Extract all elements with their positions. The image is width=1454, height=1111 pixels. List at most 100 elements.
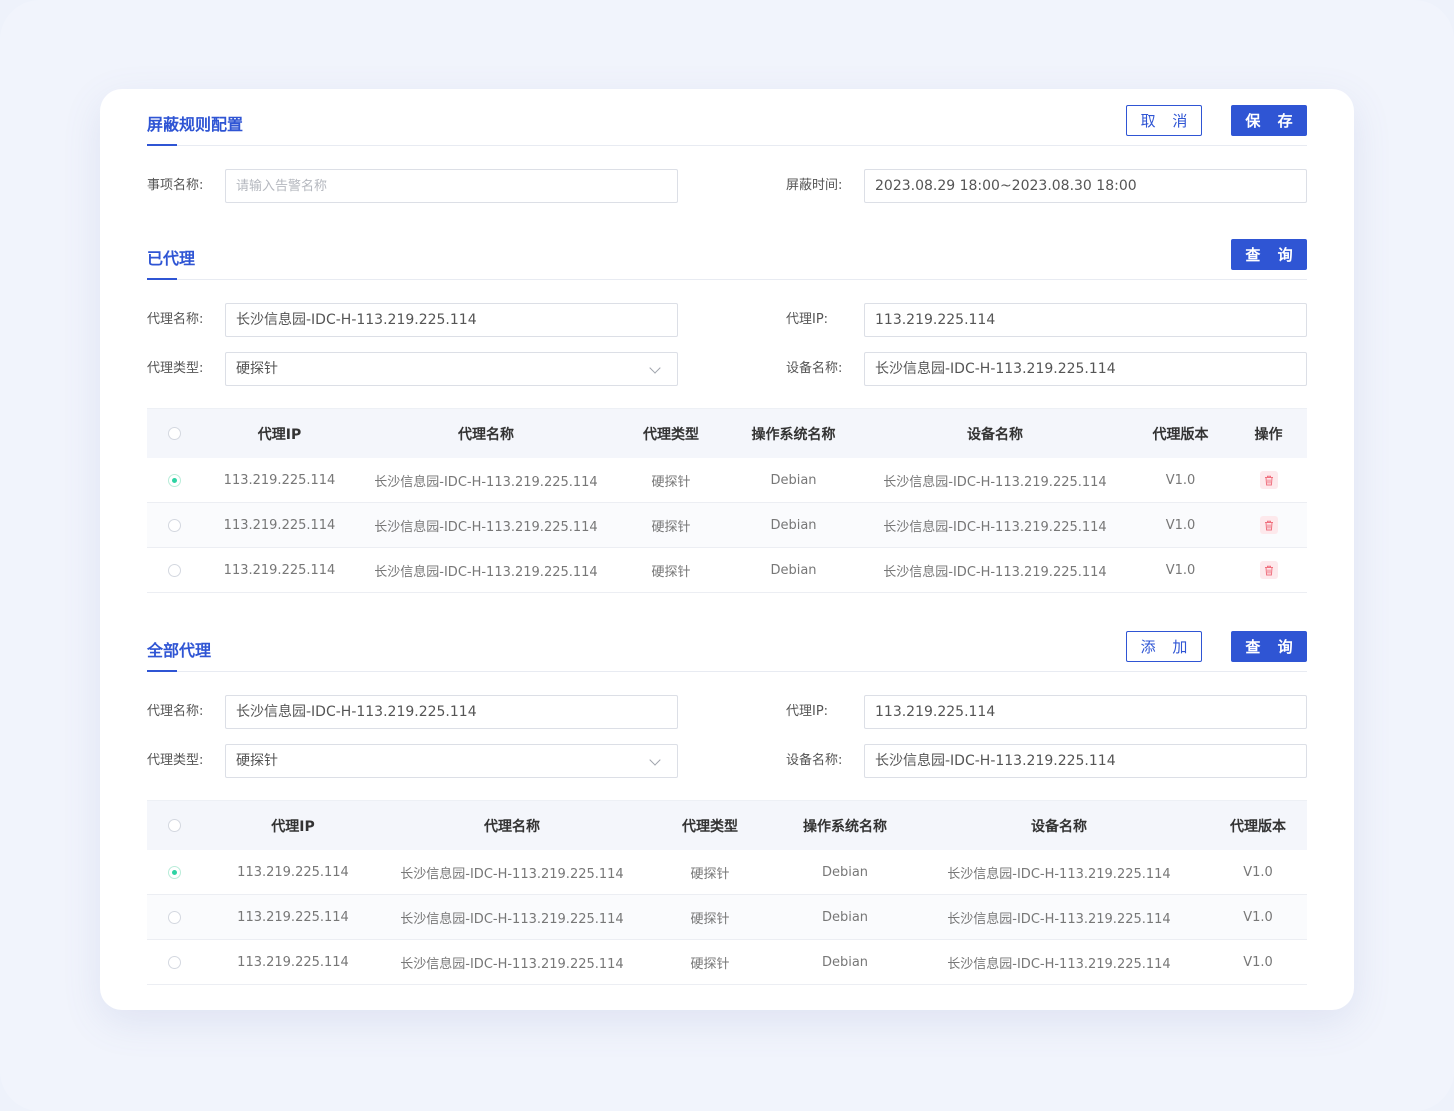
table-row[interactable]: 113.219.225.114 长沙信息园-IDC-H-113.219.225.…: [147, 548, 1307, 593]
cancel-button[interactable]: 取 消: [1126, 105, 1202, 136]
cell-proxy-name: 长沙信息园-IDC-H-113.219.225.114: [374, 564, 598, 580]
cell-os-name: Debian: [770, 517, 817, 533]
cell-proxy-version: V1.0: [1165, 562, 1196, 578]
proxy-type-label: 代理类型:: [147, 361, 204, 376]
cell-os-name: Debian: [770, 472, 817, 488]
proxy-name-label: 代理名称:: [147, 312, 204, 327]
device-name-label: 设备名称:: [786, 753, 843, 768]
shield-time-label: 屏蔽时间:: [786, 178, 843, 193]
table-row[interactable]: 113.219.225.114 长沙信息园-IDC-H-113.219.225.…: [147, 850, 1307, 895]
cell-os-name: Debian: [821, 909, 869, 925]
proxy-ip-label: 代理IP:: [786, 704, 829, 719]
cell-proxy-name: 长沙信息园-IDC-H-113.219.225.114: [400, 911, 624, 927]
cell-proxy-ip: 113.219.225.114: [237, 954, 349, 970]
rule-config-title: 屏蔽规则配置: [147, 115, 244, 134]
item-name-label: 事项名称:: [147, 178, 204, 193]
row-radio-icon[interactable]: [167, 910, 181, 924]
column-header: 设备名称: [967, 426, 1023, 443]
proxy-type-value: 硬探针: [236, 753, 278, 769]
proxy-type-select[interactable]: 硬探针: [225, 744, 678, 778]
cell-proxy-ip: 113.219.225.114: [237, 864, 349, 880]
row-radio-icon[interactable]: [167, 955, 181, 969]
select-all-radio-icon[interactable]: [167, 427, 181, 440]
row-radio-icon[interactable]: [167, 563, 181, 577]
section-divider: [177, 671, 1307, 672]
section-divider: [177, 279, 1307, 280]
proxy-ip-input[interactable]: 113.219.225.114: [864, 695, 1307, 729]
chevron-down-icon: [649, 362, 661, 374]
table-header: 代理IP 代理名称 代理类型 操作系统名称 设备名称 代理版本 操作: [147, 408, 1307, 458]
save-button[interactable]: 保 存: [1231, 105, 1307, 136]
cell-proxy-version: V1.0: [1243, 909, 1273, 925]
select-all-radio-icon[interactable]: [167, 819, 181, 832]
cell-proxy-version: V1.0: [1165, 517, 1196, 533]
row-radio-icon[interactable]: [167, 518, 181, 532]
row-radio-icon[interactable]: [167, 473, 181, 487]
cell-device-name: 长沙信息园-IDC-H-113.219.225.114: [947, 911, 1171, 927]
column-header: 代理IP: [257, 426, 302, 443]
proxy-type-label: 代理类型:: [147, 753, 204, 768]
cell-proxy-ip: 113.219.225.114: [237, 909, 349, 925]
cell-proxy-name: 长沙信息园-IDC-H-113.219.225.114: [374, 474, 598, 490]
cell-proxy-name: 长沙信息园-IDC-H-113.219.225.114: [374, 519, 598, 535]
all-proxies-query-button[interactable]: 查 询: [1231, 631, 1307, 662]
proxied-table: 代理IP 代理名称 代理类型 操作系统名称 设备名称 代理版本 操作 113.2…: [147, 408, 1307, 593]
table-row[interactable]: 113.219.225.114 长沙信息园-IDC-H-113.219.225.…: [147, 940, 1307, 985]
cell-proxy-version: V1.0: [1243, 864, 1273, 880]
cell-proxy-type: 硬探针: [690, 866, 730, 882]
device-name-input[interactable]: 长沙信息园-IDC-H-113.219.225.114: [864, 744, 1307, 778]
proxy-type-value: 硬探针: [236, 361, 278, 377]
column-header: 代理名称: [458, 426, 514, 443]
cell-proxy-type: 硬探针: [690, 956, 730, 972]
column-header: 设备名称: [1031, 818, 1087, 835]
proxied-query-button[interactable]: 查 询: [1231, 239, 1307, 270]
row-radio-icon[interactable]: [167, 865, 181, 879]
column-header: 操作: [1254, 426, 1283, 443]
cell-proxy-name: 长沙信息园-IDC-H-113.219.225.114: [400, 956, 624, 972]
trash-icon[interactable]: [1259, 516, 1278, 534]
column-header: 操作系统名称: [803, 818, 887, 835]
cell-proxy-version: V1.0: [1243, 954, 1273, 970]
cell-device-name: 长沙信息园-IDC-H-113.219.225.114: [883, 564, 1107, 580]
all-proxies-title: 全部代理: [147, 641, 212, 660]
column-header: 代理IP: [271, 818, 315, 835]
trash-icon[interactable]: [1259, 471, 1278, 489]
table-row[interactable]: 113.219.225.114 长沙信息园-IDC-H-113.219.225.…: [147, 503, 1307, 548]
cell-proxy-ip: 113.219.225.114: [223, 517, 336, 533]
cell-proxy-ip: 113.219.225.114: [223, 472, 336, 488]
chevron-down-icon: [649, 754, 661, 766]
cell-device-name: 长沙信息园-IDC-H-113.219.225.114: [883, 519, 1107, 535]
column-header: 代理类型: [643, 426, 699, 443]
shield-rule-card: 屏蔽规则配置 取 消 保 存 事项名称: 屏蔽时间: 2023.08.29 18…: [100, 89, 1354, 1010]
cell-proxy-type: 硬探针: [651, 474, 691, 490]
proxy-ip-input[interactable]: 113.219.225.114: [864, 303, 1307, 337]
table-row[interactable]: 113.219.225.114 长沙信息园-IDC-H-113.219.225.…: [147, 895, 1307, 940]
cell-device-name: 长沙信息园-IDC-H-113.219.225.114: [947, 956, 1171, 972]
cell-device-name: 长沙信息园-IDC-H-113.219.225.114: [883, 474, 1107, 490]
proxy-name-input[interactable]: 长沙信息园-IDC-H-113.219.225.114: [225, 695, 678, 729]
proxied-title: 已代理: [147, 249, 196, 268]
table-row[interactable]: 113.219.225.114 长沙信息园-IDC-H-113.219.225.…: [147, 458, 1307, 503]
device-name-label: 设备名称:: [786, 361, 843, 376]
proxy-type-select[interactable]: 硬探针: [225, 352, 678, 386]
section-divider: [177, 145, 1307, 146]
table-header: 代理IP 代理名称 代理类型 操作系统名称 设备名称 代理版本: [147, 800, 1307, 850]
device-name-input[interactable]: 长沙信息园-IDC-H-113.219.225.114: [864, 352, 1307, 386]
cell-proxy-type: 硬探针: [690, 911, 730, 927]
proxy-name-input[interactable]: 长沙信息园-IDC-H-113.219.225.114: [225, 303, 678, 337]
all-proxies-table: 代理IP 代理名称 代理类型 操作系统名称 设备名称 代理版本 113.219.…: [147, 800, 1307, 985]
add-button[interactable]: 添 加: [1126, 631, 1202, 662]
column-header: 操作系统名称: [751, 426, 836, 443]
shield-time-range-input[interactable]: 2023.08.29 18:00~2023.08.30 18:00: [864, 169, 1307, 203]
proxy-ip-label: 代理IP:: [786, 312, 829, 327]
item-name-input[interactable]: [225, 169, 678, 203]
column-header: 代理名称: [484, 818, 540, 835]
proxied-title-underline: [147, 278, 177, 280]
cell-os-name: Debian: [821, 954, 869, 970]
cell-proxy-version: V1.0: [1165, 472, 1196, 488]
column-header: 代理类型: [682, 818, 738, 835]
column-header: 代理版本: [1152, 426, 1209, 443]
proxy-name-label: 代理名称:: [147, 704, 204, 719]
trash-icon[interactable]: [1259, 561, 1278, 579]
cell-proxy-ip: 113.219.225.114: [223, 562, 336, 578]
